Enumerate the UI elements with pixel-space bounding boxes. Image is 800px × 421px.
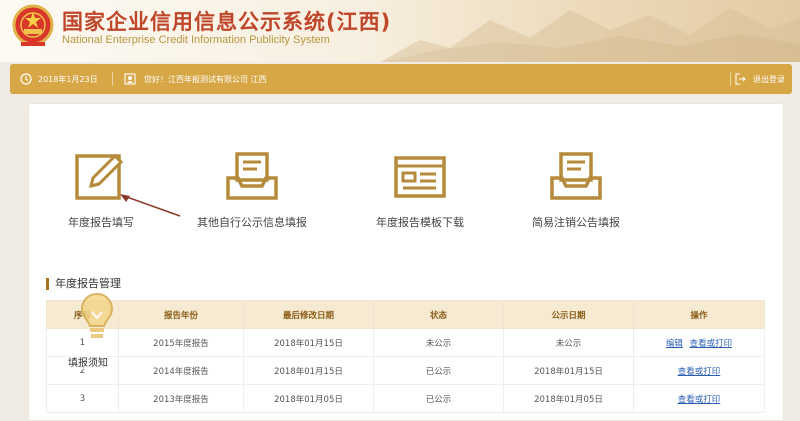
- site-header: 国家企业信用信息公示系统(江西) National Enterprise Cre…: [0, 0, 800, 62]
- mountain-decoration: [380, 8, 800, 62]
- view-print-link[interactable]: 查看或打印: [678, 395, 721, 405]
- function-label: 简易注销公告填报: [532, 216, 620, 229]
- greeting-text: 您好！江西年报测试有限公司 江西: [144, 74, 267, 84]
- user-toolbar: 2018年1月23日 您好！江西年报测试有限公司 江西 退出登录: [10, 64, 792, 94]
- date-text: 2018年1月23日: [38, 74, 98, 84]
- cell-year: 2014年度报告: [118, 356, 244, 385]
- cell-status: 已公示: [373, 384, 504, 413]
- edit-link[interactable]: 编辑: [666, 339, 683, 349]
- other-info-report-button[interactable]: 其他自行公示信息填报: [190, 150, 314, 230]
- toolbar-divider: [112, 72, 113, 86]
- cell-modified: 2018年01月05日: [243, 384, 374, 413]
- user-greeting: 您好！江西年报测试有限公司 江西: [124, 64, 267, 94]
- inbox-icon: [226, 152, 278, 200]
- cell-actions: 查看或打印: [633, 384, 765, 413]
- filing-notice-label: 填报须知: [68, 354, 108, 369]
- cell-status: 已公示: [373, 356, 504, 385]
- annual-report-table: 序号 报告年份 最后修改日期 状态 公示日期 操作 1 2015年度报告 201…: [46, 300, 765, 413]
- cell-modified: 2018年01月15日: [243, 328, 374, 357]
- clock-icon: [20, 73, 32, 85]
- column-header: 操作: [633, 300, 765, 329]
- site-title: 国家企业信用信息公示系统(江西): [62, 10, 392, 34]
- cell-no: 3: [46, 384, 119, 413]
- pointer-arrow: [120, 194, 181, 217]
- simple-deregistration-button[interactable]: 简易注销公告填报: [524, 150, 628, 230]
- view-print-link[interactable]: 查看或打印: [690, 339, 733, 349]
- cell-actions: 查看或打印: [633, 356, 765, 385]
- lightbulb-icon: [80, 292, 114, 338]
- filing-notice-button[interactable]: 填报须知: [68, 292, 124, 372]
- logout-icon: [735, 73, 746, 85]
- cell-published: 2018年01月15日: [503, 356, 634, 385]
- cell-published: 2018年01月05日: [503, 384, 634, 413]
- table-row: 2 2014年度报告 2018年01月15日 已公示 2018年01月15日 查…: [46, 356, 765, 385]
- cell-modified: 2018年01月15日: [243, 356, 374, 385]
- function-label: 年度报告模板下载: [376, 216, 464, 229]
- cell-published: 未公示: [503, 328, 634, 357]
- toolbar-divider: [730, 72, 731, 86]
- logout-label: 退出登录: [753, 74, 785, 84]
- view-print-link[interactable]: 查看或打印: [678, 367, 721, 377]
- column-header: 最后修改日期: [243, 300, 374, 329]
- function-label: 其他自行公示信息填报: [197, 216, 307, 229]
- column-header: 状态: [373, 300, 504, 329]
- site-subtitle: National Enterprise Credit Information P…: [62, 34, 330, 46]
- logout-button[interactable]: 退出登录: [735, 64, 785, 94]
- column-header: 公示日期: [503, 300, 634, 329]
- table-header-row: 序号 报告年份 最后修改日期 状态 公示日期 操作: [46, 300, 765, 329]
- cell-year: 2013年度报告: [118, 384, 244, 413]
- template-download-button[interactable]: 年度报告模板下载: [368, 150, 472, 230]
- inbox-icon: [550, 152, 602, 200]
- table-row: 3 2013年度报告 2018年01月05日 已公示 2018年01月05日 查…: [46, 384, 765, 413]
- column-header: 报告年份: [118, 300, 244, 329]
- cell-actions: 编辑 查看或打印: [633, 328, 765, 357]
- user-card-icon: [124, 73, 136, 85]
- date-display: 2018年1月23日: [20, 64, 98, 94]
- section-title: 年度报告管理: [46, 278, 121, 290]
- cell-status: 未公示: [373, 328, 504, 357]
- template-icon: [394, 156, 446, 198]
- national-emblem-icon: [12, 4, 54, 46]
- cell-year: 2015年度报告: [118, 328, 244, 357]
- table-row: 1 2015年度报告 2018年01月15日 未公示 未公示 编辑 查看或打印: [46, 328, 765, 357]
